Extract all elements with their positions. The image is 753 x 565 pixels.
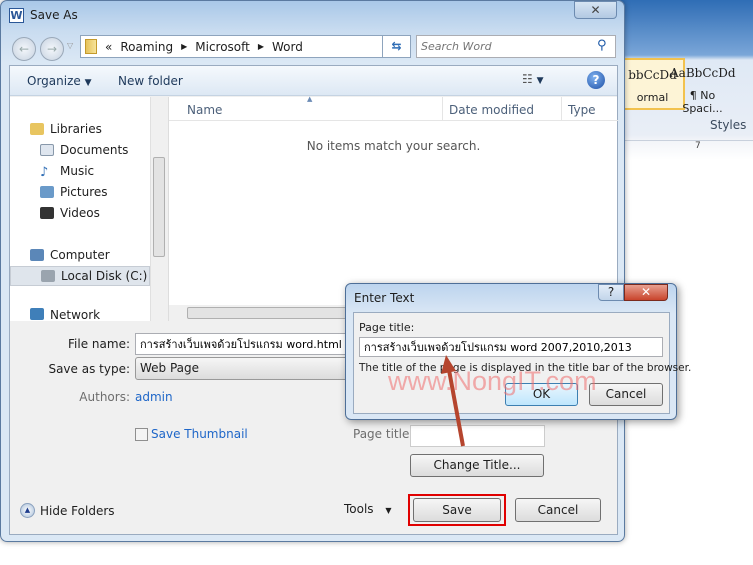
command-bar: Organize ▼ New folder ☷ ▼ ?	[10, 66, 617, 96]
nav-label: Documents	[60, 143, 129, 157]
nav-label: Music	[60, 164, 95, 178]
organize-button[interactable]: Organize ▼	[27, 74, 92, 88]
nav-label: Libraries	[50, 122, 102, 136]
network-icon	[30, 308, 44, 320]
sort-ascending-icon: ▲	[307, 95, 313, 103]
cancel-button[interactable]: Cancel	[515, 498, 601, 522]
nav-videos[interactable]: Videos	[40, 203, 100, 223]
save-thumbnail-label[interactable]: Save Thumbnail	[151, 427, 248, 441]
chevron-down-icon: ▼	[385, 506, 392, 515]
scroll-thumb[interactable]	[187, 307, 347, 319]
save-type-label: Save as type:	[48, 362, 130, 376]
dialog-title: Save As	[30, 8, 78, 22]
enter-text-title: Enter Text	[354, 291, 415, 305]
help-button[interactable]: ?	[598, 284, 624, 301]
new-folder-button[interactable]: New folder	[118, 74, 183, 88]
breadcrumb-overflow[interactable]: «	[105, 40, 112, 54]
word-app-icon: W	[9, 8, 24, 23]
nav-label: Pictures	[60, 185, 108, 199]
enter-text-dialog: Enter Text ? ✕ Page title: The title of …	[345, 283, 691, 420]
recent-pages-icon[interactable]: ▽	[67, 41, 73, 50]
music-icon: ♪	[40, 165, 49, 180]
cancel-button[interactable]: Cancel	[589, 383, 663, 406]
enter-text-body: Page title: The title of the page is dis…	[353, 312, 691, 414]
nav-label: Local Disk (C:)	[61, 269, 148, 283]
nav-music[interactable]: ♪ Music	[40, 161, 94, 181]
search-icon: ⚲	[597, 38, 607, 53]
styles-group-label: Styles	[710, 118, 747, 132]
nav-scrollbar[interactable]	[150, 97, 167, 321]
page-title-field	[410, 425, 545, 447]
column-name[interactable]: Name	[187, 103, 222, 117]
chevron-up-icon: ▲	[20, 503, 35, 518]
address-bar[interactable]: « Roaming▶ Microsoft▶ Word ▼	[80, 35, 411, 58]
view-options-icon[interactable]: ☷ ▼	[522, 72, 544, 86]
computer-icon	[30, 249, 44, 261]
nav-pictures[interactable]: Pictures	[40, 182, 108, 202]
page-title-label: Page title:	[353, 427, 414, 441]
nav-network[interactable]: Network	[30, 308, 100, 322]
style-preview: AaBbCcDd	[670, 66, 736, 80]
file-name-label: File name:	[68, 337, 130, 351]
libraries-icon	[30, 123, 44, 135]
save-button[interactable]: Save	[413, 498, 501, 522]
chevron-down-icon: ▼	[84, 78, 92, 88]
back-button[interactable]: ←	[12, 37, 36, 61]
column-type[interactable]: Type	[561, 97, 602, 121]
ok-button[interactable]: OK	[505, 383, 578, 406]
save-as-dialog: W Save As ✕ ← → ▽ « Roaming ▶ Microsoft ▶ …	[0, 0, 625, 542]
nav-label: Computer	[50, 248, 110, 262]
nav-label: Network	[50, 308, 101, 322]
page-title-label: Page title:	[359, 321, 415, 334]
nav-computer[interactable]: Computer	[30, 245, 110, 265]
page-title-hint: The title of the page is displayed in th…	[359, 362, 692, 374]
scroll-thumb[interactable]	[153, 157, 165, 257]
navigation-pane: Libraries Documents ♪ Music Pictures Vide…	[10, 97, 167, 322]
ruler: 7	[625, 140, 753, 154]
videos-icon	[40, 207, 54, 219]
documents-icon	[40, 144, 54, 156]
help-icon[interactable]: ?	[587, 71, 605, 89]
nav-local-disk[interactable]: Local Disk (C:)	[10, 266, 150, 286]
empty-message: No items match your search.	[306, 139, 481, 153]
ruler-mark: 7	[695, 141, 707, 151]
refresh-button[interactable]: ⇆	[382, 35, 411, 58]
hide-folders-button[interactable]: ▲ Hide Folders	[20, 503, 115, 518]
style-label: ¶ No Spaci...	[682, 89, 723, 115]
hide-folders-label: Hide Folders	[40, 503, 115, 518]
authors-value[interactable]: admin	[135, 390, 173, 404]
organize-label: Organize	[27, 74, 81, 88]
column-headers: Name ▲ Date modified Type	[169, 95, 618, 121]
authors-label: Authors:	[79, 390, 130, 404]
search-input[interactable]	[416, 35, 616, 58]
breadcrumb-microsoft[interactable]: Microsoft	[195, 40, 250, 54]
change-title-button[interactable]: Change Title...	[410, 454, 544, 477]
style-label: H	[740, 90, 753, 103]
tools-label: Tools	[344, 502, 374, 516]
style-heading[interactable]: AH	[740, 58, 753, 110]
nav-libraries[interactable]: Libraries	[30, 119, 102, 139]
page-title-input[interactable]	[359, 337, 663, 357]
pictures-icon	[40, 186, 54, 198]
disk-icon	[41, 270, 55, 282]
close-button[interactable]: ✕	[574, 1, 617, 19]
close-button[interactable]: ✕	[624, 284, 668, 301]
forward-button[interactable]: →	[40, 37, 64, 61]
nav-documents[interactable]: Documents	[40, 140, 128, 160]
breadcrumb-roaming[interactable]: Roaming	[120, 40, 173, 54]
tools-button[interactable]: Tools ▼	[344, 502, 392, 516]
chevron-right-icon[interactable]: ▶	[181, 42, 187, 51]
breadcrumb-word[interactable]: Word	[272, 40, 303, 54]
nav-label: Videos	[60, 206, 100, 220]
save-thumbnail-checkbox[interactable]	[135, 428, 148, 441]
column-date-modified[interactable]: Date modified	[442, 97, 540, 121]
folder-icon	[85, 39, 97, 54]
style-no-spacing[interactable]: AaBbCcDd ¶ No Spaci...	[670, 58, 736, 115]
chevron-right-icon[interactable]: ▶	[258, 42, 264, 51]
